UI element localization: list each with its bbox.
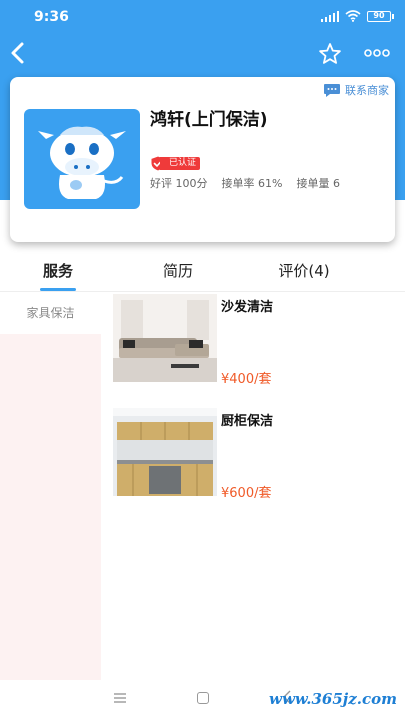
site-watermark: www.365jz.com: [269, 690, 397, 708]
service-title: 厨柜保洁: [221, 414, 274, 429]
menu-icon[interactable]: [114, 693, 126, 703]
more-dots-icon[interactable]: [364, 46, 390, 60]
star-outline-icon[interactable]: [318, 42, 342, 66]
active-tab-indicator: [40, 288, 76, 291]
service-item[interactable]: 厨柜保洁 ¥600/套: [113, 408, 403, 501]
accept-rate-stat: 接单率 61%: [221, 177, 283, 190]
contact-merchant-label: 联系商家: [345, 84, 389, 97]
shop-stats: 好评 100分 接单率 61% 接单量 6: [150, 175, 354, 191]
signal-icon: [321, 10, 339, 22]
order-count-stat: 接单量 6: [296, 177, 340, 190]
tab-resume[interactable]: 简历: [128, 260, 228, 281]
tab-bar: 服务 简历 评价(4): [0, 250, 405, 292]
battery-icon: 90: [367, 10, 394, 22]
tab-reviews[interactable]: 评价(4): [254, 260, 354, 281]
service-price: ¥400/套: [221, 372, 272, 387]
status-icons: 90: [321, 10, 394, 22]
shop-name: 鸿轩(上门保洁): [150, 110, 268, 130]
contact-merchant-button[interactable]: 联系商家: [323, 82, 389, 98]
sofa-photo: [113, 294, 217, 382]
service-price: ¥600/套: [221, 486, 272, 501]
wifi-icon: [345, 10, 361, 22]
system-navigation-bar: www.365jz.com: [0, 680, 405, 720]
chat-bubble-icon: [324, 83, 340, 97]
service-title: 沙发清洁: [221, 300, 274, 315]
tab-services[interactable]: 服务: [8, 260, 108, 281]
status-time: 9:36: [34, 9, 69, 25]
home-square-icon[interactable]: [197, 692, 209, 704]
status-bar: 9:36 90: [0, 0, 405, 34]
certified-badge: 已认证: [150, 155, 201, 172]
rating-stat: 好评 100分: [150, 177, 208, 190]
chevron-left-icon[interactable]: [6, 40, 28, 66]
category-item-furniture-cleaning[interactable]: 家具保洁: [0, 292, 101, 334]
cow-logo-icon: [38, 126, 126, 199]
category-sidebar: 家具保洁: [0, 292, 101, 680]
service-item[interactable]: 沙发清洁 ¥400/套: [113, 294, 403, 387]
kitchen-cabinet-photo: [113, 408, 217, 496]
certified-label: 已认证: [160, 157, 201, 170]
shop-info-card: 联系商家 鸿轩(上门保洁) 已认证 好评 100分 接单率 61% 接单量 6: [10, 77, 395, 242]
shop-logo: [24, 109, 140, 209]
